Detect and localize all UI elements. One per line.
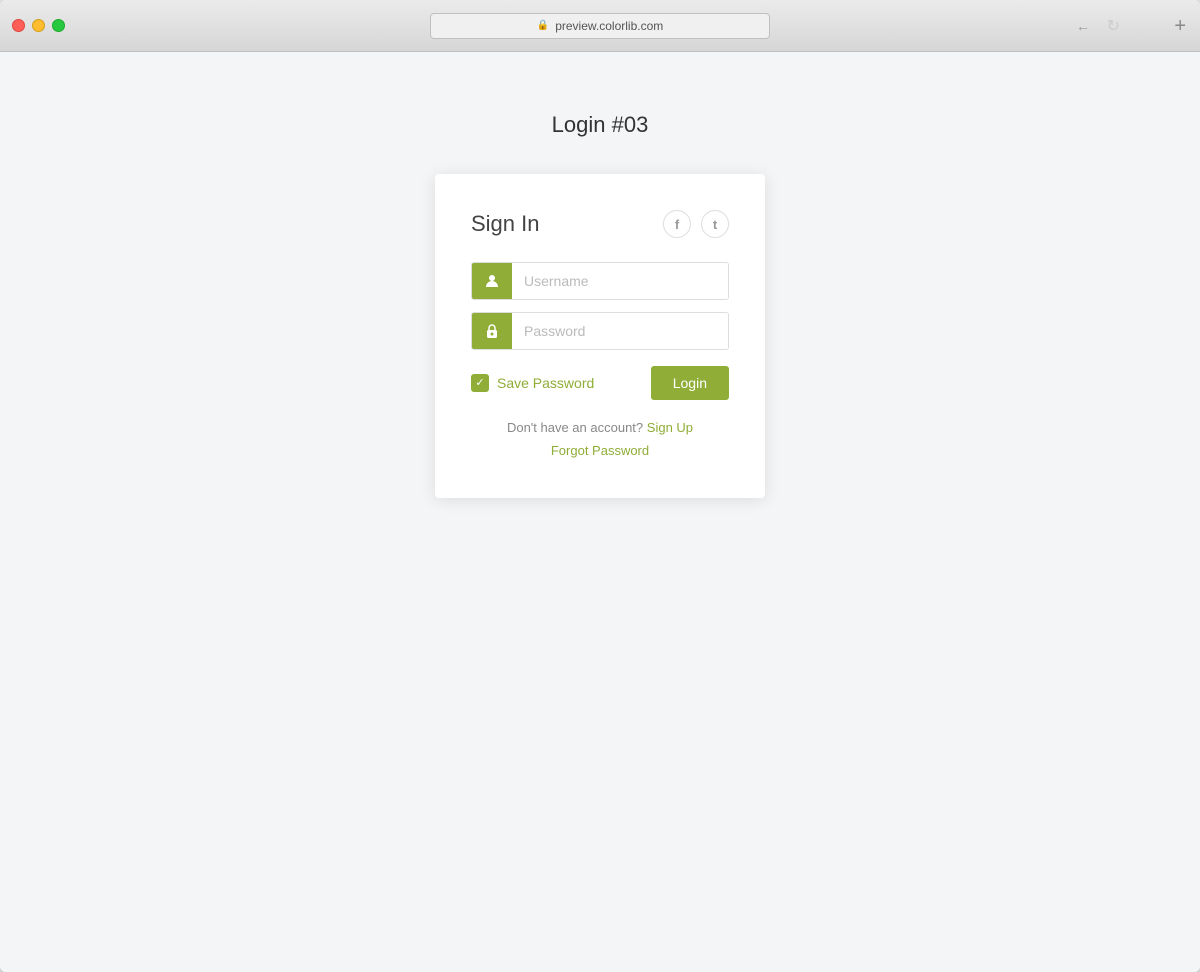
signup-link[interactable]: Sign Up bbox=[647, 420, 693, 435]
maximize-button[interactable] bbox=[52, 19, 65, 32]
card-footer: Don't have an account? Sign Up Forgot Pa… bbox=[471, 420, 729, 458]
new-tab-button[interactable]: + bbox=[1174, 16, 1186, 36]
save-password-label[interactable]: Save Password bbox=[497, 375, 594, 391]
twitter-button[interactable]: t bbox=[701, 210, 729, 238]
username-input-group bbox=[471, 262, 729, 300]
save-password-row: ✓ Save Password Login bbox=[471, 366, 729, 400]
social-icons: f t bbox=[663, 210, 729, 238]
page-title: Login #03 bbox=[552, 112, 649, 138]
browser-content: Login #03 Sign In f t bbox=[0, 52, 1200, 972]
traffic-lights bbox=[12, 19, 65, 32]
card-header: Sign In f t bbox=[471, 210, 729, 238]
user-icon bbox=[472, 263, 512, 299]
username-input[interactable] bbox=[512, 263, 728, 299]
lock-icon bbox=[472, 313, 512, 349]
save-password-left: ✓ Save Password bbox=[471, 374, 594, 392]
url-text: preview.colorlib.com bbox=[555, 19, 663, 33]
lock-icon: 🔒 bbox=[537, 20, 549, 31]
twitter-icon: t bbox=[713, 217, 717, 232]
browser-chrome: 🔒 preview.colorlib.com ← ↻ + bbox=[0, 0, 1200, 52]
back-icon[interactable]: ← bbox=[1076, 18, 1090, 34]
no-account-text: Don't have an account? Sign Up bbox=[471, 420, 729, 435]
save-password-checkbox[interactable]: ✓ bbox=[471, 374, 489, 392]
login-button[interactable]: Login bbox=[651, 366, 729, 400]
browser-window: 🔒 preview.colorlib.com ← ↻ + Login #03 S… bbox=[0, 0, 1200, 972]
reload-icon[interactable]: ↻ bbox=[1107, 16, 1120, 36]
login-card: Sign In f t bbox=[435, 174, 765, 498]
password-input[interactable] bbox=[512, 313, 728, 349]
forgot-password-link[interactable]: Forgot Password bbox=[471, 443, 729, 458]
minimize-button[interactable] bbox=[32, 19, 45, 32]
close-button[interactable] bbox=[12, 19, 25, 32]
facebook-button[interactable]: f bbox=[663, 210, 691, 238]
address-bar[interactable]: 🔒 preview.colorlib.com bbox=[430, 13, 770, 39]
sign-in-title: Sign In bbox=[471, 211, 540, 237]
facebook-icon: f bbox=[675, 217, 679, 232]
password-input-group bbox=[471, 312, 729, 350]
checkmark-icon: ✓ bbox=[475, 378, 484, 389]
